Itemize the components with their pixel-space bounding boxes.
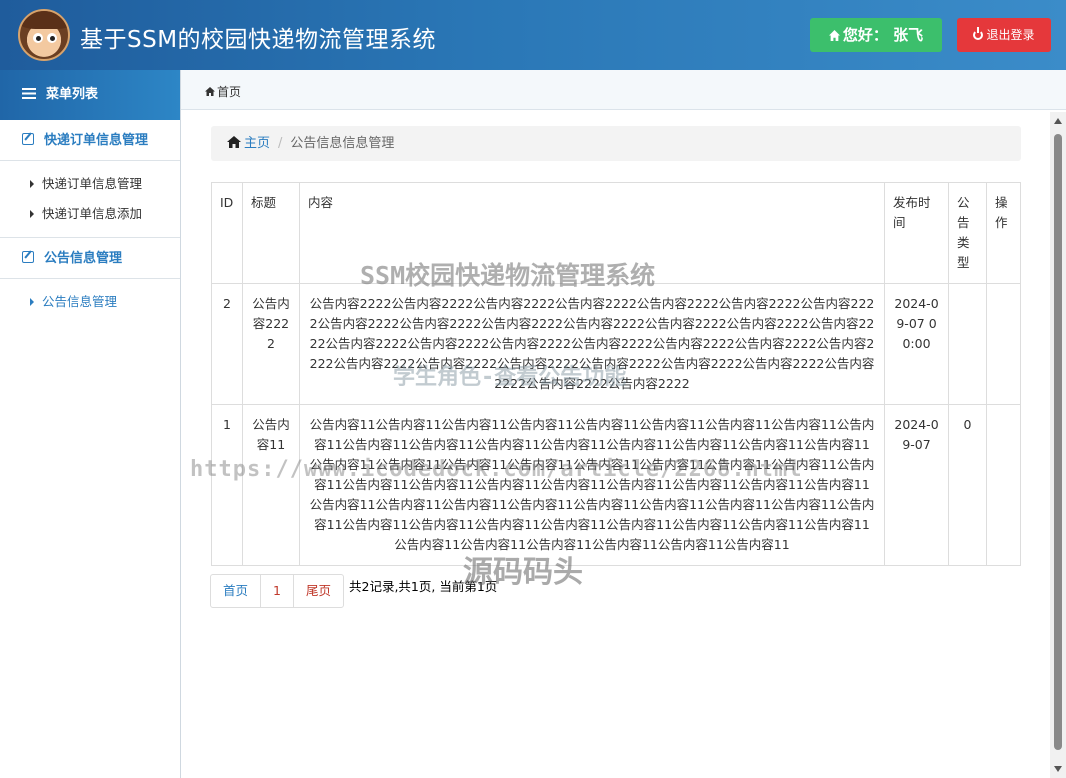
cell-type [947, 283, 987, 405]
table-header-row: ID 标题 内容 发布时间 公告类型 操作 [211, 182, 1022, 284]
scroll-thumb[interactable] [1054, 134, 1062, 750]
sidebar-item-label: 公告信息管理 [42, 294, 118, 309]
column-header-type: 公告类型 [947, 182, 987, 284]
breadcrumb: 主页 / 公告信息信息管理 [211, 126, 1021, 161]
edit-icon [22, 251, 34, 263]
breadcrumb-separator: / [278, 136, 283, 151]
caret-right-icon [30, 298, 34, 306]
breadcrumb-current: 公告信息信息管理 [290, 136, 395, 151]
top-header: 基于SSM的校园快递物流管理系统 您好： 张飞 退出登录 [0, 0, 1066, 70]
cell-title: 公告内容2222 [241, 283, 300, 405]
cell-content: 公告内容2222公告内容2222公告内容2222公告内容2222公告内容2222… [298, 283, 886, 405]
pager-last-button[interactable]: 尾页 [294, 575, 343, 607]
table-row: 2 公告内容2222 公告内容2222公告内容2222公告内容2222公告内容2… [211, 283, 1022, 405]
cell-action [985, 283, 1022, 405]
caret-right-icon [30, 180, 34, 188]
home-icon [828, 30, 840, 41]
cell-type: 0 [947, 404, 987, 566]
sidebar-group-announcements[interactable]: 公告信息管理 [0, 238, 180, 279]
column-header-content: 内容 [298, 182, 886, 284]
home-icon [205, 87, 215, 96]
sidebar-submenu-announcements: 公告信息管理 [0, 279, 180, 325]
column-header-action: 操作 [985, 182, 1022, 284]
column-header-title: 标题 [241, 182, 300, 284]
sidebar-item-express-order-add[interactable]: 快递订单信息添加 [0, 199, 180, 229]
announcement-table: ID 标题 内容 发布时间 公告类型 操作 2 公告内容2222 公告内容222… [211, 182, 1022, 566]
edit-icon [22, 133, 34, 145]
greeting-text: 您好： 张飞 [842, 26, 924, 44]
app-title: 基于SSM的校园快递物流管理系统 [80, 27, 437, 53]
column-header-time: 发布时间 [884, 182, 949, 284]
list-icon [22, 88, 36, 99]
pager-first-button[interactable]: 首页 [211, 575, 262, 607]
pager-info: 共2记录,共1页, 当前第1页 [349, 579, 498, 594]
cell-id: 2 [211, 283, 243, 405]
sidebar-group-express-orders[interactable]: 快递订单信息管理 [0, 120, 180, 161]
cell-content: 公告内容11公告内容11公告内容11公告内容11公告内容11公告内容11公告内容… [298, 404, 886, 566]
power-icon [973, 27, 984, 40]
tab-home[interactable]: 首页 [205, 83, 241, 100]
scroll-down-arrow-icon[interactable] [1054, 766, 1062, 772]
menu-title: 菜单列表 [46, 87, 99, 102]
user-greeting-button[interactable]: 您好： 张飞 [810, 18, 942, 52]
scroll-up-arrow-icon[interactable] [1054, 118, 1062, 124]
cell-time: 2024-09-07 [884, 404, 949, 566]
tab-home-label: 首页 [217, 85, 242, 99]
logout-button[interactable]: 退出登录 [957, 18, 1051, 52]
sidebar-item-label: 快递订单信息管理 [42, 176, 143, 191]
cell-title: 公告内容11 [241, 404, 300, 566]
column-header-id: ID [211, 182, 243, 284]
menu-list-header: 菜单列表 [0, 70, 180, 120]
tab-bar: 首页 [181, 70, 1066, 110]
logout-label: 退出登录 [986, 28, 1035, 42]
sidebar-item-express-order-manage[interactable]: 快递订单信息管理 [0, 169, 180, 199]
sidebar-group-label: 公告信息管理 [44, 251, 123, 266]
pagination: 首页 1 尾页 [210, 574, 344, 608]
sidebar: 菜单列表 快递订单信息管理 快递订单信息管理 快递订单信息添加 公告信息管理 公… [0, 70, 181, 778]
table-row: 1 公告内容11 公告内容11公告内容11公告内容11公告内容11公告内容11公… [211, 404, 1022, 566]
vertical-scrollbar[interactable] [1050, 112, 1066, 778]
sidebar-item-label: 快递订单信息添加 [42, 206, 143, 221]
sidebar-item-announcement-manage[interactable]: 公告信息管理 [0, 287, 180, 317]
breadcrumb-home-link[interactable]: 主页 [244, 136, 270, 151]
home-icon [227, 136, 241, 148]
caret-right-icon [30, 210, 34, 218]
logo-avatar-icon [18, 9, 70, 61]
sidebar-submenu-express-orders: 快递订单信息管理 快递订单信息添加 [0, 161, 180, 238]
cell-time: 2024-09-07 00:00 [884, 283, 949, 405]
cell-action [985, 404, 1022, 566]
pager-page-1[interactable]: 1 [261, 575, 294, 607]
sidebar-group-label: 快递订单信息管理 [44, 133, 149, 148]
cell-id: 1 [211, 404, 243, 566]
